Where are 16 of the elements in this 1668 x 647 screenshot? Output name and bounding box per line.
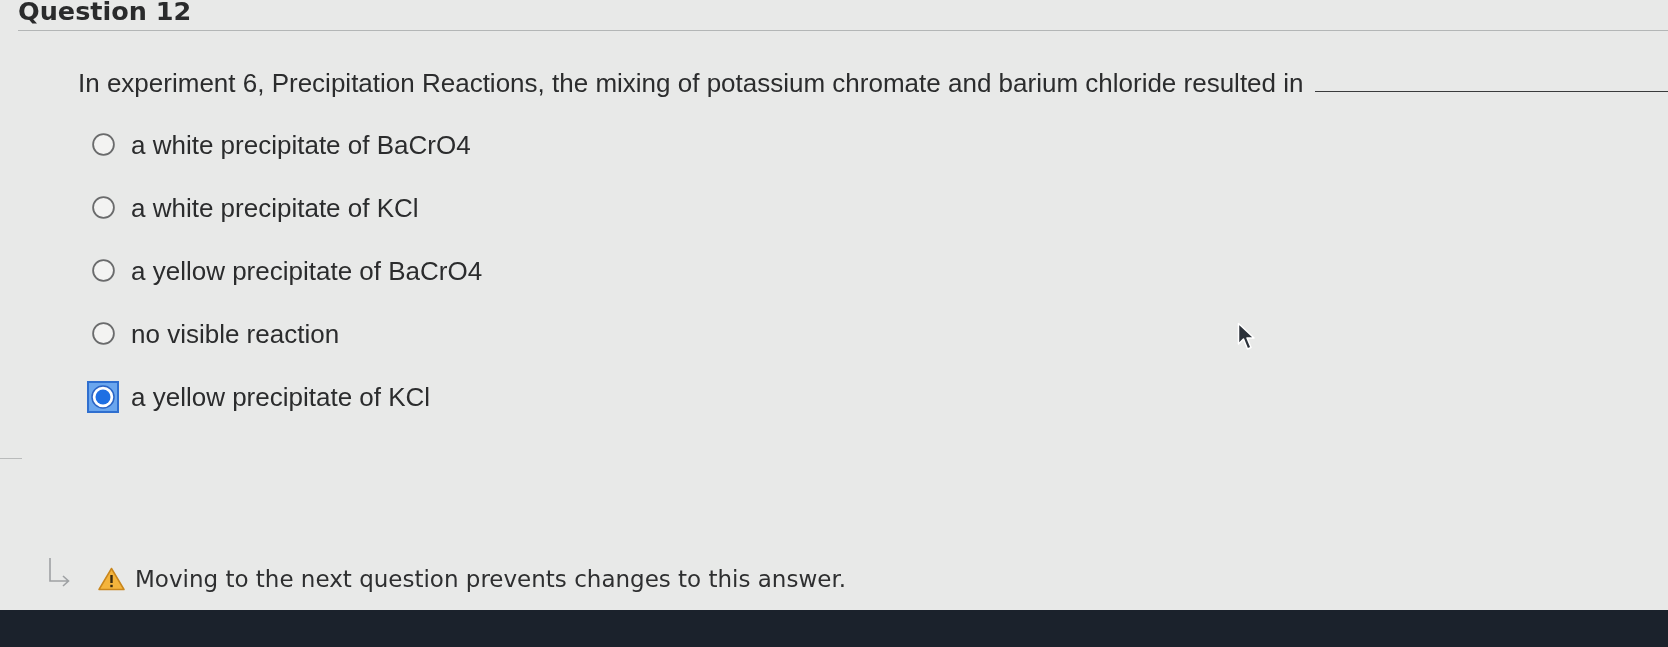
radio-button[interactable] — [91, 196, 115, 219]
option-label[interactable]: a yellow precipitate of KCl — [131, 381, 431, 412]
option-label[interactable]: no visible reaction — [131, 318, 340, 349]
option-label[interactable]: a yellow precipitate of BaCrO4 — [131, 255, 483, 286]
option-label[interactable]: a white precipitate of KCl — [131, 192, 419, 223]
corner-arrow-icon — [48, 557, 70, 587]
radio-button[interactable] — [91, 322, 115, 345]
radio-button[interactable] — [87, 380, 119, 413]
warning-message: Moving to the next question prevents changes to this answer. — [135, 565, 847, 593]
question-title: Question 12 — [18, 0, 192, 25]
option-label[interactable]: a white precipitate of BaCrO4 — [131, 129, 471, 160]
mouse-pointer-icon — [1237, 322, 1256, 351]
radio-button[interactable] — [91, 133, 115, 156]
question-text: In experiment 6, Precipitation Reactions, the mixing of potassium chromate and barium chloride resulted in — [78, 69, 1304, 97]
radio-button[interactable] — [91, 259, 115, 282]
warning-icon — [98, 567, 125, 591]
